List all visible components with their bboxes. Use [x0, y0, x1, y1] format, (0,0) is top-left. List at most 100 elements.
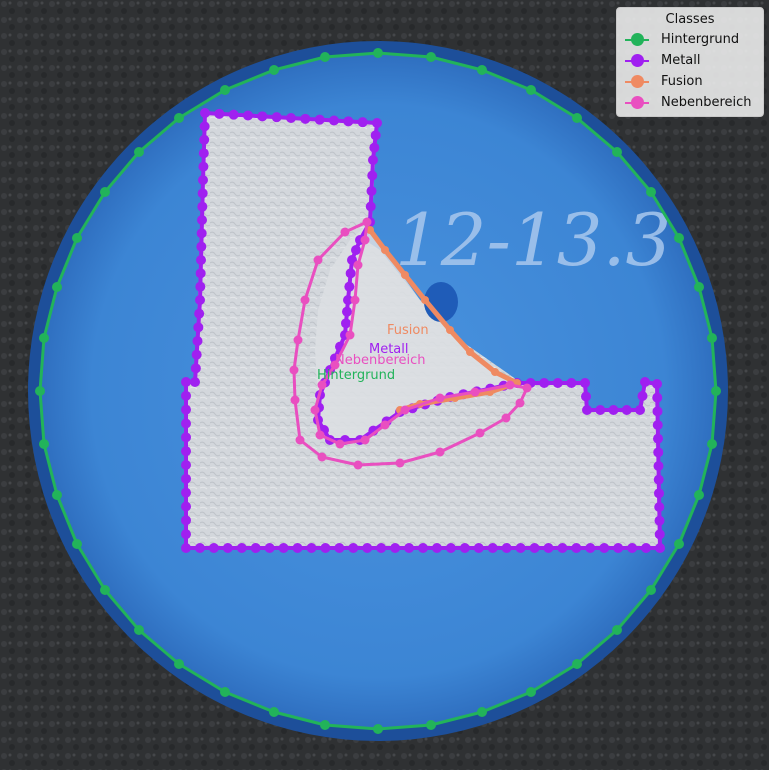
metall-vertex	[365, 201, 376, 212]
hintergrund-vertex	[320, 52, 330, 62]
metall-vertex	[608, 405, 619, 415]
metall-vertex	[214, 108, 225, 119]
metall-vertex	[181, 460, 191, 470]
metall-vertex	[390, 543, 401, 553]
nebenbereich-annotation-label: Nebenbereich	[335, 353, 426, 368]
metall-vertex	[652, 379, 662, 389]
hintergrund-vertex	[373, 724, 383, 734]
metall-vertex	[181, 446, 191, 457]
fusion-vertex	[401, 271, 409, 279]
metall-vertex	[199, 134, 210, 145]
metall-vertex	[487, 543, 498, 553]
metall-vertex	[653, 433, 663, 444]
metall-vertex	[314, 114, 325, 125]
metall-vertex	[181, 487, 191, 498]
metall-vertex	[473, 543, 484, 553]
metall-vertex	[194, 308, 205, 319]
metall-vertex	[193, 322, 204, 333]
metall-vertex	[195, 268, 206, 279]
legend-label-fusion: Fusion	[661, 74, 703, 89]
hintergrund-vertex	[100, 187, 110, 197]
metall-vertex	[431, 543, 442, 553]
hintergrund-vertex	[612, 147, 622, 157]
metall-vertex	[345, 268, 356, 279]
engraving-text: 12-13.3	[395, 198, 671, 282]
hintergrund-vertex	[694, 490, 704, 500]
metall-vertex	[654, 529, 665, 540]
hintergrund-vertex	[72, 233, 82, 243]
metall-vertex	[366, 186, 377, 196]
metall-vertex	[351, 245, 361, 255]
metall-vertex	[543, 543, 554, 553]
metall-vertex	[635, 405, 645, 415]
legend-item-fusion: Fusion	[617, 71, 763, 92]
metall-vertex	[198, 175, 208, 185]
nebenbereich-vertex	[501, 413, 511, 423]
nebenbereich-vertex	[400, 405, 410, 415]
hintergrund-vertex	[269, 65, 279, 75]
hintergrund-vertex	[707, 439, 717, 449]
metall-vertex	[342, 306, 352, 317]
nebenbereich-vertex	[295, 435, 305, 445]
nebenbereich-vertex	[360, 435, 370, 445]
metall-vertex	[627, 543, 638, 553]
hintergrund-vertex	[426, 720, 436, 730]
hintergrund-vertex	[526, 85, 536, 95]
metall-vertex	[370, 130, 381, 141]
metall-vertex	[515, 543, 526, 553]
nebenbereich-vertex	[522, 383, 532, 393]
metall-vertex	[654, 502, 665, 512]
fusion-annotation-label: Fusion	[387, 323, 429, 338]
nebenbereich-vertex	[317, 452, 327, 462]
metall-vertex	[200, 108, 210, 118]
legend-item-metall: Metall	[617, 50, 763, 71]
hintergrund-annotation-label: Hintergrund	[317, 368, 395, 383]
metall-vertex	[376, 543, 387, 553]
hintergrund-vertex	[134, 147, 144, 157]
legend-title: Classes	[665, 12, 715, 27]
hintergrund-vertex	[320, 720, 330, 730]
metall-vertex	[652, 406, 663, 417]
nebenbereich-vertex	[362, 217, 372, 227]
hintergrund-vertex	[526, 687, 536, 697]
hintergrund-vertex	[134, 625, 144, 635]
metall-vertex	[181, 501, 191, 512]
nebenbereich-vertex	[515, 398, 525, 408]
metall-vertex	[194, 543, 205, 553]
hintergrund-vertex	[711, 386, 721, 396]
hintergrund-vertex	[646, 585, 656, 595]
metall-vertex	[228, 109, 239, 120]
metall-vertex	[181, 515, 191, 526]
metall-vertex	[181, 404, 191, 415]
metall-vertex	[264, 543, 275, 553]
metall-vertex	[236, 543, 247, 553]
hintergrund-vertex	[220, 687, 230, 697]
metall-vertex	[529, 543, 540, 553]
metall-vertex	[653, 461, 664, 471]
metall-vertex	[655, 543, 665, 553]
nebenbereich-vertex	[380, 420, 390, 430]
metall-vertex	[613, 543, 624, 553]
metall-vertex	[334, 543, 345, 553]
metall-vertex	[243, 110, 253, 121]
metall-vertex	[199, 121, 210, 132]
metall-vertex	[641, 543, 652, 553]
nebenbereich-vertex	[340, 227, 350, 237]
legend-label-metall: Metall	[661, 53, 701, 68]
fusion-vertex	[446, 326, 454, 334]
metall-vertex	[197, 215, 207, 225]
metall-vertex	[367, 170, 378, 181]
hintergrund-vertex	[220, 85, 230, 95]
metall-vertex	[198, 161, 209, 172]
hintergrund-vertex	[694, 282, 704, 292]
nebenbereich-vertex	[350, 295, 360, 305]
metall-vertex	[459, 543, 470, 553]
metall-vertex	[599, 543, 610, 553]
legend-marker-metall	[625, 54, 649, 68]
metall-vertex	[501, 543, 512, 553]
metall-vertex	[445, 543, 456, 553]
legend-marker-hintergrund	[625, 33, 649, 47]
metall-vertex	[348, 543, 359, 553]
legend-marker-fusion	[625, 75, 649, 89]
metall-vertex	[652, 420, 663, 430]
